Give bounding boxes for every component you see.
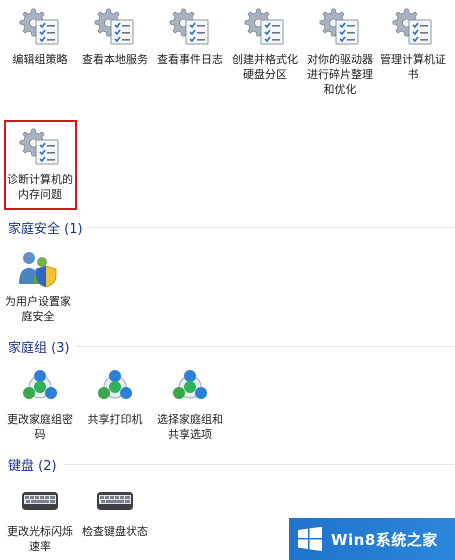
keyboard-icon [93, 478, 137, 518]
section-header-homegroup[interactable]: 家庭组 (3) [8, 337, 455, 356]
admin-tool-item[interactable]: 查看事件日志 [155, 6, 225, 67]
family-safety-label: 为用户设置家庭安全 [5, 295, 71, 323]
watermark-text: Win8系统之家 [331, 530, 438, 549]
family-safety-item[interactable]: 为用户设置家庭安全 [3, 248, 73, 324]
keyboard-item[interactable]: 更改光标闪烁速率 [5, 478, 75, 554]
homegroup-item[interactable]: 共享打印机 [80, 366, 150, 427]
admin-tool-icon [318, 6, 362, 46]
homegroup-icon [18, 366, 62, 406]
admin-tool-item[interactable]: 管理计算机证书 [378, 6, 448, 82]
section-header-text: 键盘 (2) [8, 459, 63, 474]
section-header-text: 家庭组 (3) [8, 341, 76, 356]
admin-tool-item[interactable]: 查看本地服务 [80, 6, 150, 67]
admin-tool-label: 对你的驱动器进行碎片整理和优化 [307, 53, 373, 96]
family-safety-icon [16, 248, 60, 288]
keyboard-item[interactable]: 检查键盘状态 [80, 478, 150, 539]
admin-tool-icon [391, 6, 435, 46]
admin-tool-label: 管理计算机证书 [380, 53, 446, 81]
homegroup-item[interactable]: 更改家庭组密码 [5, 366, 75, 442]
admin-tool-label: 诊断计算机的内存问题 [7, 173, 73, 201]
keyboard-label: 检查键盘状态 [82, 525, 148, 538]
section-header-family-safety[interactable]: 家庭安全 (1) [8, 218, 455, 237]
homegroup-label: 更改家庭组密码 [7, 413, 73, 441]
watermark-banner: Win8系统之家 [289, 518, 455, 560]
windows-logo-icon [298, 526, 322, 551]
homegroup-label: 共享打印机 [87, 413, 143, 426]
homegroup-item[interactable]: 选择家庭组和共享选项 [155, 366, 225, 442]
admin-tool-icon [243, 6, 287, 46]
admin-tool-icon [168, 6, 212, 46]
homegroup-icon [93, 366, 137, 406]
keyboard-icon [18, 478, 62, 518]
admin-tool-icon [18, 6, 62, 46]
admin-tool-label: 编辑组策略 [12, 53, 68, 66]
section-header-keyboard[interactable]: 键盘 (2) [8, 455, 455, 474]
keyboard-label: 更改光标闪烁速率 [7, 525, 73, 553]
section-header-text: 家庭安全 (1) [8, 222, 89, 237]
admin-tool-icon [18, 126, 62, 166]
admin-tool-item[interactable]: 对你的驱动器进行碎片整理和优化 [305, 6, 375, 97]
admin-tool-label: 查看事件日志 [157, 53, 223, 66]
admin-tool-icon [93, 6, 137, 46]
homegroup-icon [168, 366, 212, 406]
admin-tool-label: 创建并格式化硬盘分区 [232, 53, 298, 81]
admin-tool-item[interactable]: 编辑组策略 [5, 6, 75, 67]
section-divider [8, 464, 455, 465]
homegroup-label: 选择家庭组和共享选项 [157, 413, 223, 441]
admin-tool-label: 查看本地服务 [82, 53, 148, 66]
admin-tool-item-memory-diagnostic[interactable]: 诊断计算机的内存问题 [5, 126, 75, 202]
admin-tool-item[interactable]: 创建并格式化硬盘分区 [230, 6, 300, 82]
